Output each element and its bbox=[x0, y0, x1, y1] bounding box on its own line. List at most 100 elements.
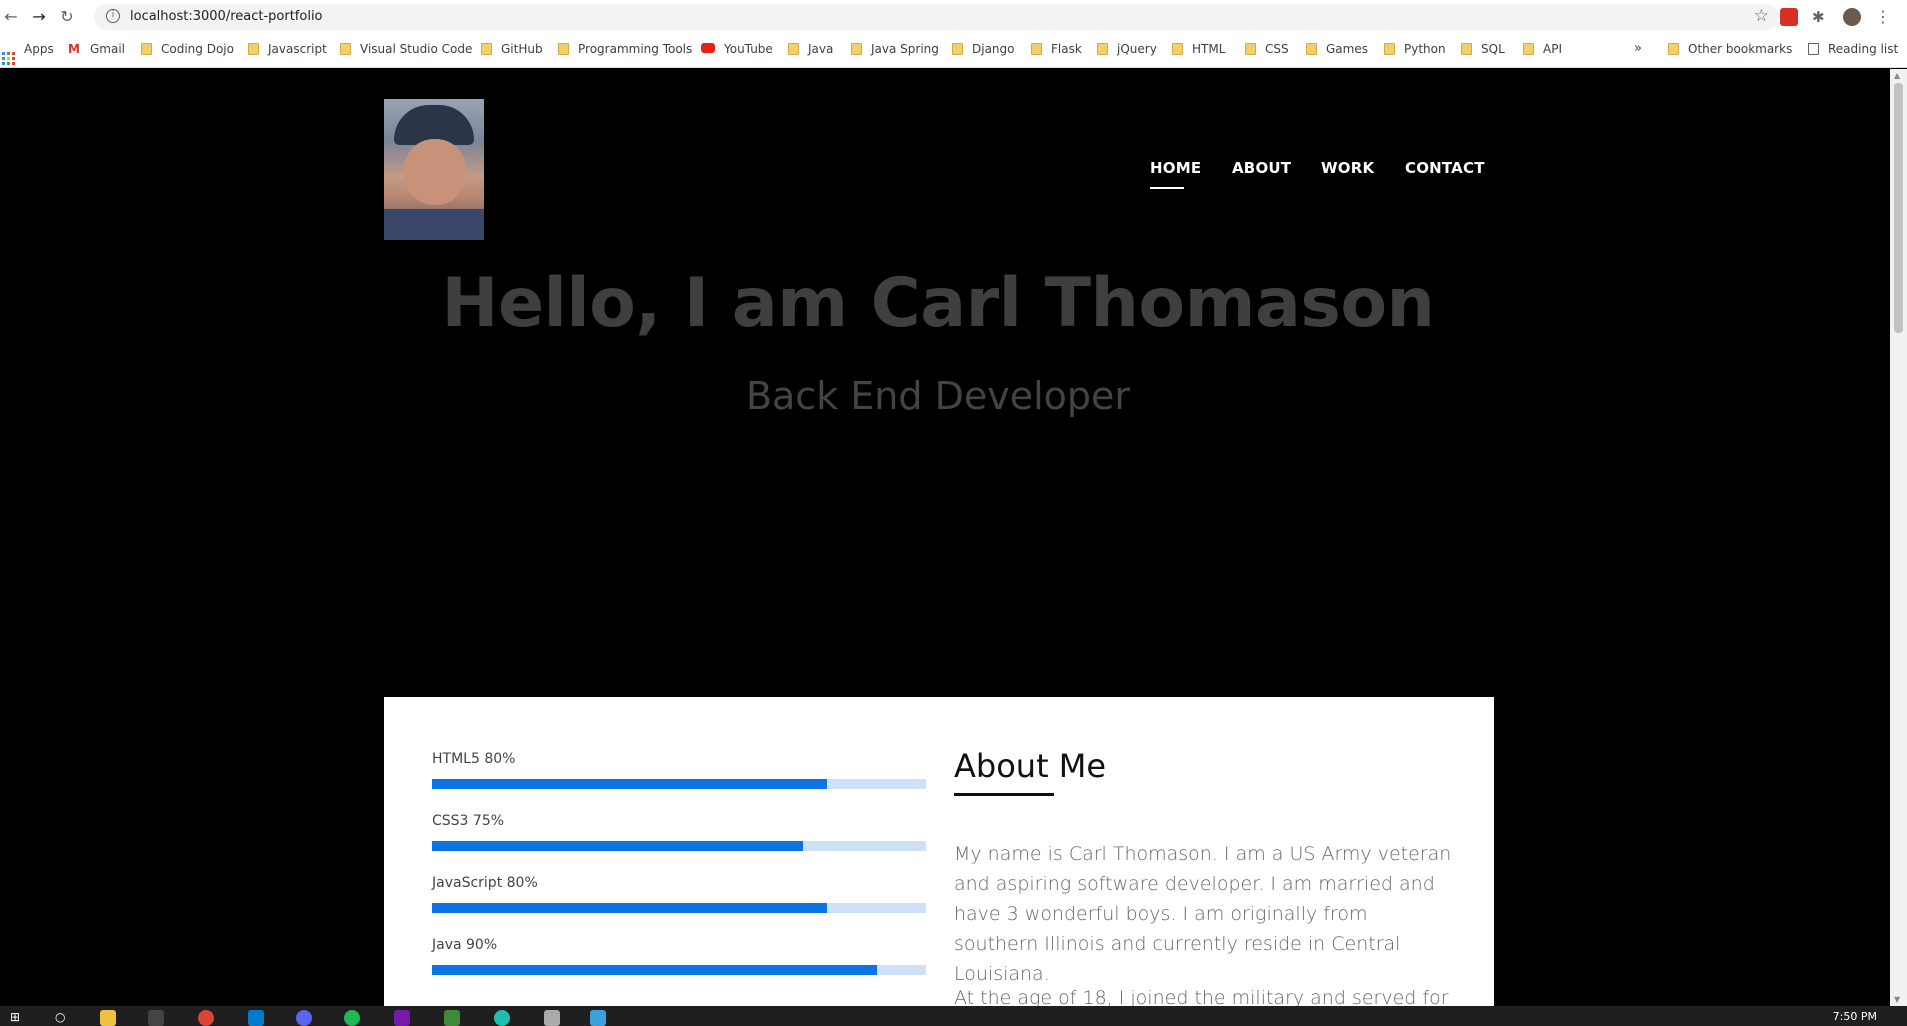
app-icon[interactable] bbox=[494, 1010, 510, 1026]
spotify-icon[interactable] bbox=[344, 1010, 360, 1026]
back-icon[interactable]: ← bbox=[2, 8, 20, 26]
bookmark-sql[interactable]: SQL bbox=[1461, 42, 1505, 60]
vscode-icon[interactable] bbox=[248, 1010, 264, 1026]
bookmark-games[interactable]: Games bbox=[1306, 42, 1368, 60]
onenote-icon[interactable] bbox=[394, 1010, 410, 1026]
about-section: HTML5 80% CSS3 75% JavaScript 80% Java 9… bbox=[384, 697, 1494, 1006]
browser-toolbar: ← → ↻ i localhost:3000/react-portfolio ☆… bbox=[0, 0, 1907, 34]
bookmark-api[interactable]: API bbox=[1523, 42, 1562, 60]
app-icon[interactable] bbox=[444, 1010, 460, 1026]
skill-javascript: JavaScript 80% bbox=[432, 875, 926, 913]
app-icon[interactable] bbox=[590, 1010, 606, 1026]
search-icon[interactable]: ○ bbox=[55, 1010, 71, 1026]
bookmark-apps[interactable]: Apps bbox=[2, 42, 54, 65]
bookmarks-overflow-button[interactable]: » bbox=[1634, 41, 1642, 59]
bookmark-django[interactable]: Django bbox=[952, 42, 1015, 60]
nav-home[interactable]: HOME bbox=[1150, 159, 1201, 177]
bookmark-java-spring[interactable]: Java Spring bbox=[851, 42, 939, 60]
skill-label: JavaScript 80% bbox=[432, 875, 538, 891]
bookmark-java[interactable]: Java bbox=[788, 42, 833, 60]
reading-list-icon bbox=[1808, 43, 1819, 55]
skill-track bbox=[432, 965, 926, 975]
skill-label: Java 90% bbox=[432, 937, 498, 953]
terminal-icon[interactable] bbox=[148, 1010, 164, 1026]
reload-icon[interactable]: ↻ bbox=[58, 8, 76, 26]
bookmark-jquery[interactable]: jQuery bbox=[1097, 42, 1157, 60]
folder-icon bbox=[1031, 43, 1042, 55]
skill-html5: HTML5 80% bbox=[432, 751, 926, 789]
about-paragraph: At the age of 18, I joined the military … bbox=[954, 987, 1449, 1006]
bookmark-css[interactable]: CSS bbox=[1245, 42, 1289, 60]
folder-icon bbox=[1306, 43, 1317, 55]
puzzle-icon[interactable]: ✱ bbox=[1812, 8, 1830, 26]
bookmark-github[interactable]: GitHub bbox=[481, 42, 543, 60]
windows-start-icon[interactable]: ⊞ bbox=[10, 1010, 26, 1026]
folder-icon bbox=[1172, 43, 1183, 55]
bookmark-javascript[interactable]: Javascript bbox=[248, 42, 327, 60]
folder-icon bbox=[248, 43, 259, 55]
bookmark-flask[interactable]: Flask bbox=[1031, 42, 1082, 60]
skill-bar-fill bbox=[432, 903, 828, 913]
folder-icon bbox=[481, 43, 492, 55]
skill-track bbox=[432, 779, 926, 789]
forward-icon[interactable]: → bbox=[30, 8, 48, 26]
bookmark-html[interactable]: HTML bbox=[1172, 42, 1225, 60]
folder-icon bbox=[1523, 43, 1534, 55]
bookmark-python[interactable]: Python bbox=[1384, 42, 1446, 60]
address-bar-url[interactable]: localhost:3000/react-portfolio bbox=[130, 9, 323, 24]
bookmark-other-bookmarks[interactable]: Other bookmarks bbox=[1668, 42, 1792, 60]
profile-avatar-icon[interactable] bbox=[1843, 8, 1861, 26]
file-explorer-icon[interactable] bbox=[100, 1010, 116, 1026]
skill-bar-fill bbox=[432, 841, 803, 851]
folder-icon bbox=[1245, 43, 1256, 55]
nav-about[interactable]: ABOUT bbox=[1232, 159, 1291, 177]
scroll-down-icon[interactable]: ▼ bbox=[1894, 995, 1900, 1004]
address-bar[interactable]: i localhost:3000/react-portfolio ☆ bbox=[94, 4, 1779, 30]
app-icon[interactable] bbox=[544, 1010, 560, 1026]
os-taskbar: ⊞ ○ 7:50 PM bbox=[0, 1006, 1907, 1026]
about-heading-underline bbox=[954, 793, 1054, 796]
about-heading: About Me bbox=[954, 747, 1107, 785]
scroll-up-icon[interactable]: ▲ bbox=[1894, 71, 1900, 80]
nav-contact[interactable]: CONTACT bbox=[1405, 159, 1485, 177]
skill-track bbox=[432, 841, 926, 851]
scrollbar-thumb[interactable] bbox=[1894, 83, 1903, 333]
bookmarks-bar: Apps M Gmail Coding Dojo Javascript Visua… bbox=[0, 34, 1907, 68]
gmail-icon: M bbox=[68, 42, 80, 56]
skill-css3: CSS3 75% bbox=[432, 813, 926, 851]
shirt-shape bbox=[384, 209, 484, 240]
extension-icon[interactable] bbox=[1780, 8, 1798, 26]
apps-grid-icon bbox=[2, 52, 15, 65]
profile-photo bbox=[384, 99, 484, 240]
taskbar-clock[interactable]: 7:50 PM bbox=[1833, 1010, 1877, 1023]
nav-work[interactable]: WORK bbox=[1321, 159, 1374, 177]
folder-icon bbox=[558, 43, 569, 55]
reading-list-button[interactable]: Reading list bbox=[1808, 42, 1898, 60]
portfolio-page: HOME ABOUT WORK CONTACT Hello, I am Carl… bbox=[0, 69, 1890, 1006]
hero-subtitle: Back End Developer bbox=[745, 374, 1131, 418]
skill-bar-fill bbox=[432, 965, 877, 975]
bookmark-programming-tools[interactable]: Programming Tools bbox=[558, 42, 692, 60]
chrome-icon[interactable] bbox=[198, 1010, 214, 1026]
folder-icon bbox=[340, 43, 351, 55]
skill-bar-fill bbox=[432, 779, 828, 789]
folder-icon bbox=[851, 43, 862, 55]
page-scrollbar[interactable]: ▲ ▼ bbox=[1890, 69, 1907, 1006]
skill-label: CSS3 75% bbox=[432, 813, 505, 829]
skill-java: Java 90% bbox=[432, 937, 926, 975]
site-info-icon[interactable]: i bbox=[106, 9, 120, 23]
folder-icon bbox=[952, 43, 963, 55]
menu-dots-icon[interactable]: ⋮ bbox=[1874, 8, 1892, 26]
bookmark-youtube[interactable]: YouTube bbox=[701, 42, 773, 60]
bookmark-gmail[interactable]: M Gmail bbox=[68, 42, 125, 60]
discord-icon[interactable] bbox=[296, 1010, 312, 1026]
hero-title: Hello, I am Carl Thomason bbox=[441, 264, 1435, 343]
bookmark-coding-dojo[interactable]: Coding Dojo bbox=[141, 42, 234, 60]
bookmark-visual-studio-code[interactable]: Visual Studio Code bbox=[340, 42, 472, 60]
folder-icon bbox=[788, 43, 799, 55]
youtube-icon bbox=[701, 43, 715, 53]
folder-icon bbox=[141, 43, 152, 55]
folder-icon bbox=[1461, 43, 1472, 55]
bookmark-star-icon[interactable]: ☆ bbox=[1754, 6, 1769, 26]
skill-track bbox=[432, 903, 926, 913]
